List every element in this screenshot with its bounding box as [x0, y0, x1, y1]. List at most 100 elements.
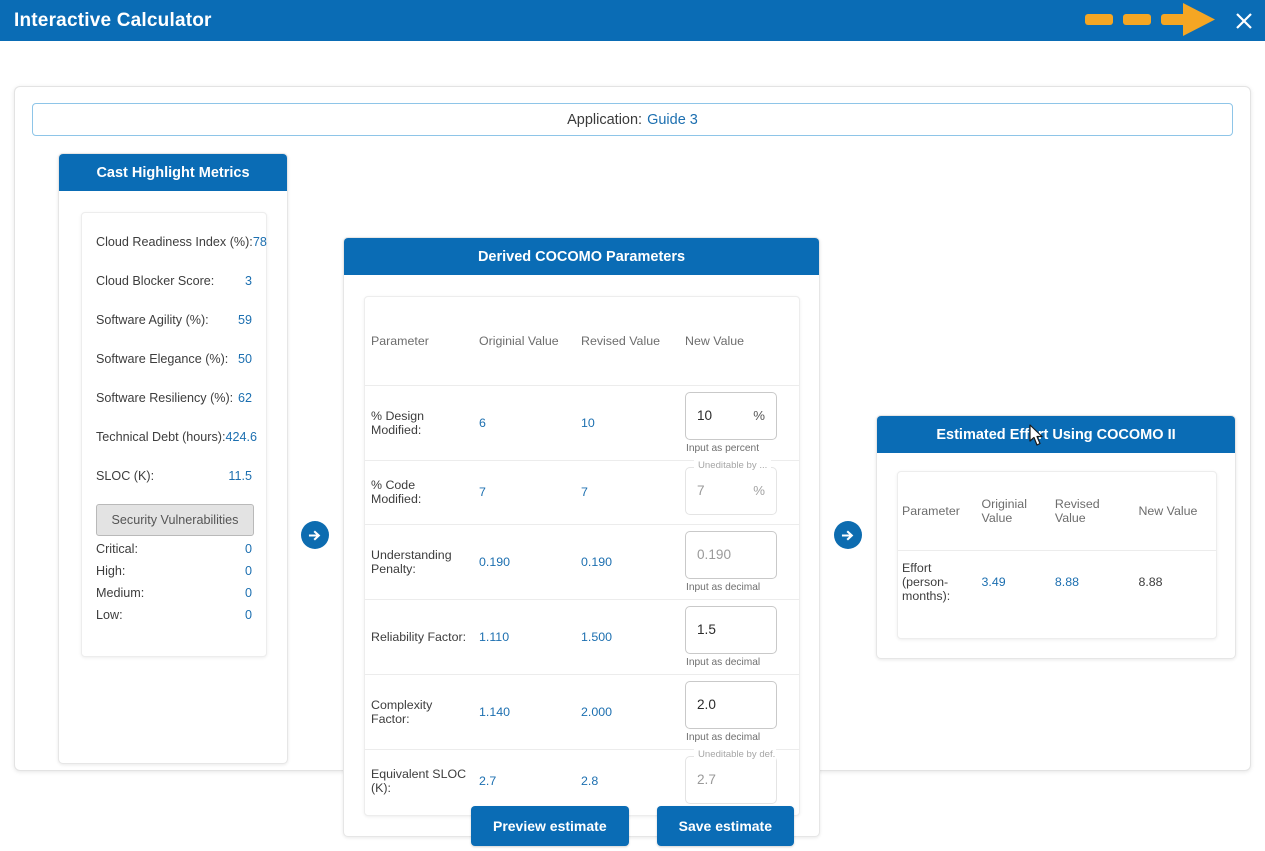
- row-original-value: 0.190: [473, 523, 575, 599]
- window-title: Interactive Calculator: [14, 9, 212, 31]
- parameters-table-container: Parameter Originial Value Revised Value …: [364, 296, 800, 816]
- table-row: Reliability Factor: 1.110 1.500 1.5 Inpu…: [365, 598, 799, 674]
- row-parameter-label: Equivalent SLOC (K):: [365, 748, 473, 813]
- metric-label: SLOC (K):: [96, 469, 155, 483]
- column-header-parameter: Parameter: [371, 333, 429, 348]
- input-legend: Uneditable by ...: [694, 459, 772, 471]
- input-value: 7: [697, 483, 705, 498]
- metric-row: Software Resiliency (%): 62: [96, 391, 252, 405]
- row-parameter-label: % Design Modified:: [365, 384, 473, 460]
- row-original-value: 1.110: [473, 598, 575, 674]
- metric-value: 62: [237, 391, 252, 405]
- new-value-field-wrap: 0.190 Input as decimal: [685, 530, 777, 593]
- row-parameter-label: Effort (person-months):: [898, 549, 978, 613]
- new-value-field-wrap: 10 % Input as percent: [685, 391, 777, 454]
- table-row: % Design Modified: 6 10 10 % Input as pe…: [365, 384, 799, 460]
- preview-estimate-button[interactable]: Preview estimate: [470, 806, 629, 846]
- metric-row: SLOC (K): 11.5: [96, 469, 252, 483]
- metric-row: Cloud Blocker Score: 3: [96, 274, 252, 288]
- cast-highlight-metrics-panel: Cast Highlight Metrics Cloud Readiness I…: [58, 153, 288, 764]
- row-original-value: 2.7: [473, 748, 575, 813]
- new-value-field-wrap: Uneditable by def... 2.7: [685, 748, 777, 804]
- calculator-card: Application: Guide 3 Cast Highlight Metr…: [14, 86, 1251, 837]
- vulnerability-label: Medium:: [96, 586, 145, 600]
- table-row: Understanding Penalty: 0.190 0.190 0.190…: [365, 523, 799, 599]
- application-name-link[interactable]: Guide 3: [647, 112, 698, 128]
- reliability-factor-input[interactable]: 1.5: [685, 605, 777, 654]
- metric-row: Technical Debt (hours): 424.6: [96, 430, 257, 444]
- row-original-value: 6: [473, 384, 575, 460]
- estimated-effort-title: Estimated Effort Using COCOMO II: [877, 416, 1235, 453]
- table-row: Effort (person-months): 3.49 8.88 8.88: [898, 549, 1216, 613]
- column-header-parameter: Parameter: [902, 503, 960, 518]
- row-revised-value: 0.190: [575, 523, 679, 599]
- table-header-row: Parameter Originial Value Revised Value …: [898, 472, 1216, 550]
- cast-highlight-metrics-title: Cast Highlight Metrics: [59, 154, 287, 191]
- row-original-value: 3.49: [977, 549, 1051, 613]
- row-revised-value: 8.88: [1050, 549, 1135, 613]
- new-value-field-wrap: 2.0 Input as decimal: [685, 680, 777, 743]
- vulnerability-value: 0: [244, 608, 252, 622]
- metric-value: 11.5: [228, 469, 252, 483]
- derived-cocomo-parameters-panel: Derived COCOMO Parameters Parameter Orig…: [343, 237, 820, 837]
- metric-label: Technical Debt (hours):: [96, 430, 226, 444]
- row-new-value-cell: Uneditable by ... 7 %: [679, 459, 799, 524]
- dashed-right-arrow-icon: [1063, 0, 1223, 41]
- row-new-value-cell: 1.5 Input as decimal: [679, 598, 799, 674]
- table-row: Equivalent SLOC (K): 2.7 2.8 Uneditable …: [365, 748, 799, 813]
- column-header-original-value: Originial Value: [479, 333, 559, 348]
- row-parameter-label: % Code Modified:: [365, 459, 473, 524]
- input-unit: %: [753, 408, 765, 423]
- metric-label: Software Agility (%):: [96, 313, 209, 327]
- row-revised-value: 2.8: [575, 748, 679, 813]
- input-unit: %: [753, 483, 765, 498]
- metric-row: Cloud Readiness Index (%): 78: [96, 235, 267, 249]
- arrow-right-circle-icon-2[interactable]: [834, 521, 862, 549]
- table-row: % Code Modified: 7 7 Uneditable by ... 7…: [365, 459, 799, 524]
- metric-label: Cloud Readiness Index (%):: [96, 235, 253, 249]
- new-value-field-wrap: Uneditable by ... 7 %: [685, 459, 777, 515]
- input-hint: Input as decimal: [686, 656, 761, 668]
- understanding-penalty-input[interactable]: 0.190: [685, 530, 777, 579]
- metric-label: Cloud Blocker Score:: [96, 274, 215, 288]
- input-value: 0.190: [697, 547, 732, 562]
- row-new-value-cell: 0.190 Input as decimal: [679, 523, 799, 599]
- save-estimate-button[interactable]: Save estimate: [656, 806, 795, 846]
- row-new-value-cell: 2.0 Input as decimal: [679, 673, 799, 749]
- row-original-value: 7: [473, 459, 575, 524]
- design-modified-input[interactable]: 10 %: [685, 391, 777, 440]
- parameters-table: Parameter Originial Value Revised Value …: [365, 297, 799, 813]
- derived-cocomo-parameters-title: Derived COCOMO Parameters: [344, 238, 819, 275]
- row-revised-value: 7: [575, 459, 679, 524]
- row-revised-value: 10: [575, 384, 679, 460]
- metric-value: 78: [252, 235, 267, 249]
- metric-label: Software Elegance (%):: [96, 352, 229, 366]
- input-value: 2.7: [697, 772, 716, 787]
- input-value: 1.5: [697, 622, 716, 637]
- vulnerability-row: High: 0: [96, 564, 252, 578]
- complexity-factor-input[interactable]: 2.0: [685, 680, 777, 729]
- metric-label: Software Resiliency (%):: [96, 391, 234, 405]
- input-value: 2.0: [697, 697, 716, 712]
- input-hint: Input as decimal: [686, 581, 761, 593]
- vulnerability-label: Critical:: [96, 542, 138, 556]
- row-original-value: 1.140: [473, 673, 575, 749]
- close-icon[interactable]: [1223, 0, 1265, 41]
- effort-table: Parameter Originial Value Revised Value …: [898, 472, 1216, 613]
- estimated-effort-panel: Estimated Effort Using COCOMO II Paramet…: [876, 415, 1236, 659]
- vulnerability-value: 0: [244, 586, 252, 600]
- row-revised-value: 1.500: [575, 598, 679, 674]
- footer-actions: Preview estimate Save estimate: [0, 806, 1265, 846]
- metric-value: 59: [237, 313, 252, 327]
- column-header-original-value: Originial Value: [981, 496, 1027, 525]
- vulnerability-row: Low: 0: [96, 608, 252, 622]
- new-value-field-wrap: 1.5 Input as decimal: [685, 605, 777, 668]
- arrow-right-circle-icon-1[interactable]: [301, 521, 329, 549]
- application-bar: Application: Guide 3: [32, 103, 1233, 136]
- metric-value: 3: [244, 274, 252, 288]
- input-hint: Input as decimal: [686, 731, 761, 743]
- security-vulnerabilities-button[interactable]: Security Vulnerabilities: [96, 504, 254, 536]
- equivalent-sloc-input: 2.7: [685, 755, 777, 804]
- titlebar-actions: [1063, 0, 1265, 41]
- code-modified-input: 7 %: [685, 466, 777, 515]
